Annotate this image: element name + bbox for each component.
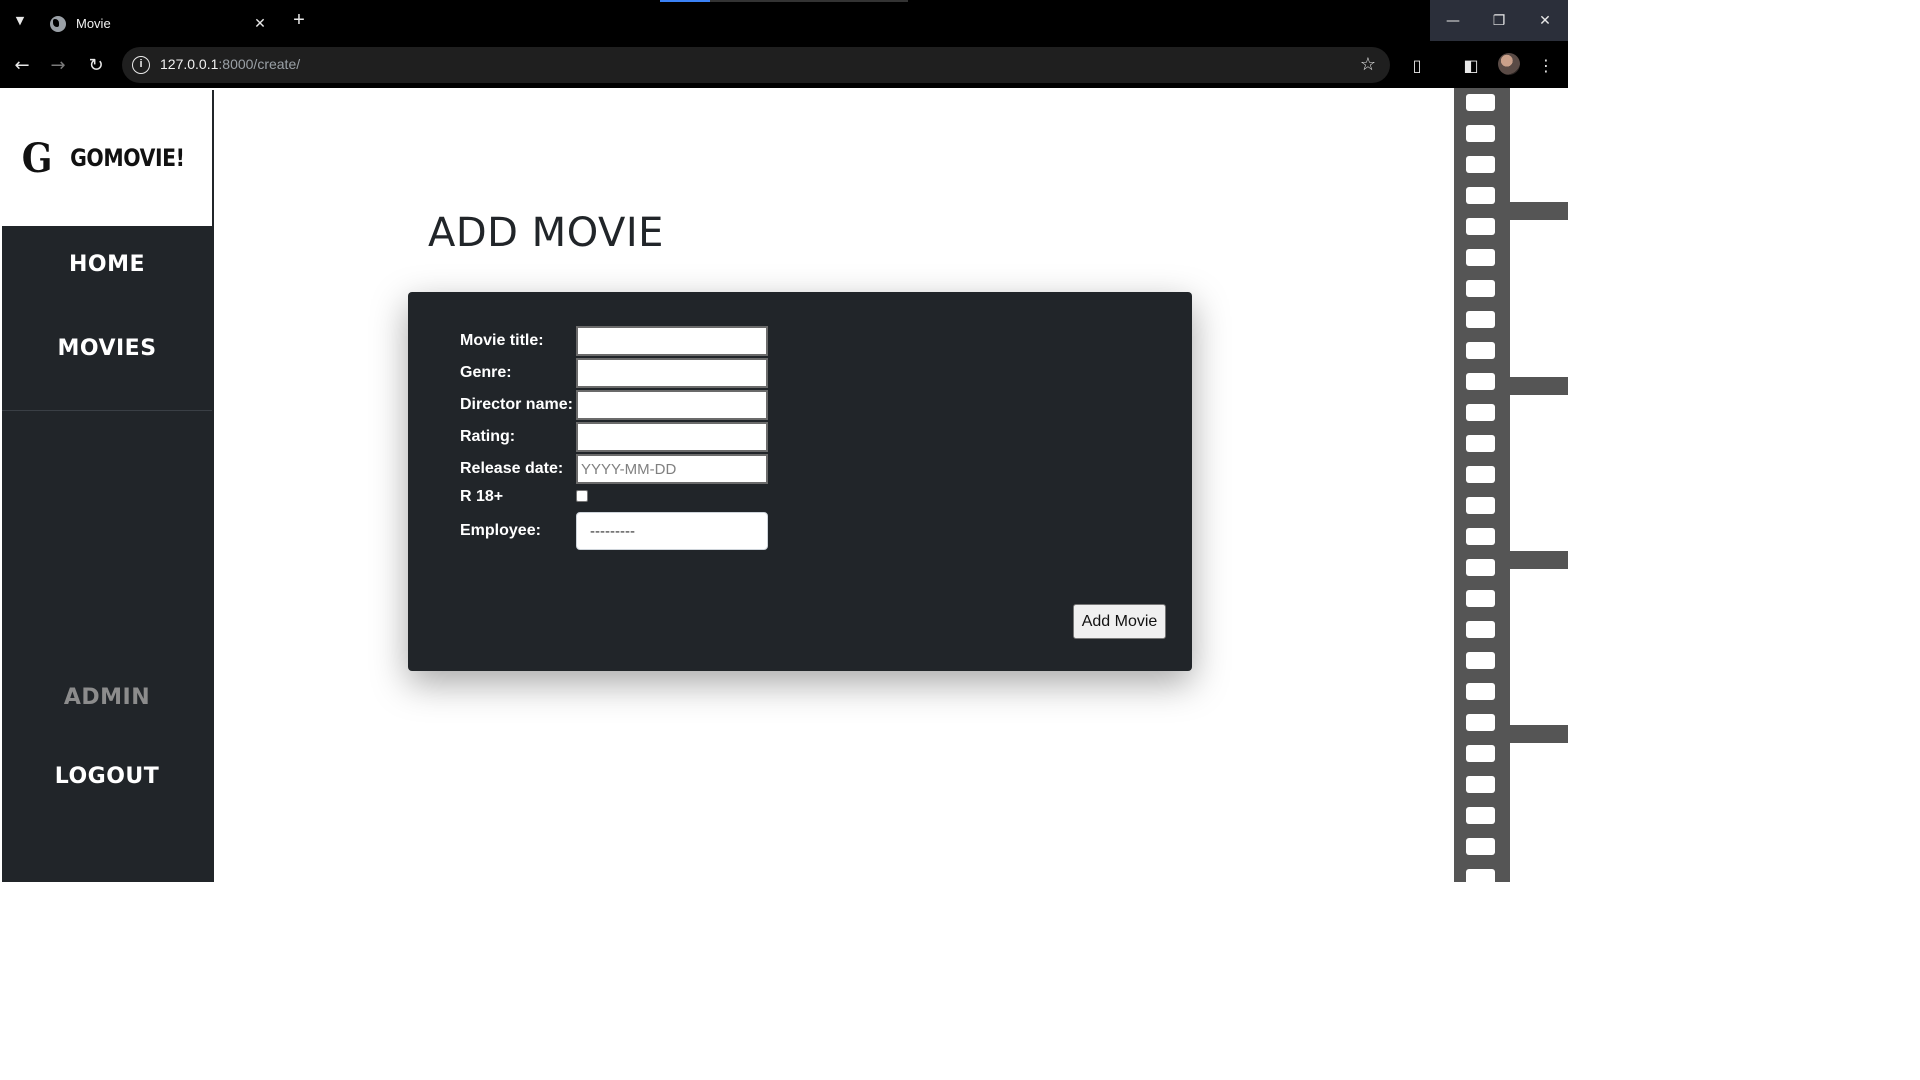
release-date-input[interactable]: YYYY-MM-DD (576, 454, 768, 484)
movie-title-input[interactable] (576, 326, 768, 356)
release-date-label: Release date: (460, 460, 564, 477)
film-sprocket-hole (1466, 528, 1495, 545)
nav-admin-link[interactable]: ADMIN (2, 685, 212, 710)
form-row-title: Movie title: (460, 326, 768, 356)
film-sprocket-hole (1466, 621, 1495, 638)
bookmark-star-icon[interactable]: ☆ (1360, 54, 1376, 75)
page-title: ADD MOVIE (428, 210, 664, 256)
tab-search-chevron-icon[interactable]: ▼ (8, 8, 32, 32)
browser-tab[interactable]: Movie ✕ (40, 6, 276, 41)
new-tab-plus-icon[interactable]: + (287, 8, 311, 32)
genre-label: Genre: (460, 364, 512, 381)
film-sprocket-hole (1466, 776, 1495, 793)
site-info-icon[interactable]: i (132, 56, 150, 74)
film-frame-divider (1508, 377, 1568, 395)
film-sprocket-hole (1466, 683, 1495, 700)
film-sprocket-hole (1466, 714, 1495, 731)
close-window-icon[interactable]: ✕ (1522, 0, 1568, 41)
window-controls: — ❐ ✕ (1430, 0, 1568, 41)
film-strip-sprockets (1454, 88, 1508, 882)
film-sprocket-hole (1466, 745, 1495, 762)
release-date-placeholder: YYYY-MM-DD (581, 460, 677, 478)
rating-label: Rating: (460, 428, 516, 445)
film-sprocket-hole (1466, 311, 1495, 328)
minimize-icon[interactable]: — (1430, 0, 1476, 41)
form-row-rating: Rating: (460, 422, 768, 452)
film-frame-divider (1508, 202, 1568, 220)
url-text[interactable]: 127.0.0.1:8000/create/ (160, 56, 300, 72)
sidebar-divider (2, 410, 212, 411)
restore-icon[interactable]: ❐ (1476, 0, 1522, 41)
r18-label: R 18+ (460, 488, 504, 505)
film-sprocket-hole (1466, 94, 1495, 111)
menu-kebab-icon[interactable]: ⋮ (1534, 53, 1558, 77)
film-sprocket-hole (1466, 280, 1495, 297)
film-sprocket-hole (1466, 156, 1495, 173)
form-row-genre: Genre: (460, 358, 768, 388)
close-tab-icon[interactable]: ✕ (250, 16, 270, 32)
film-sprocket-hole (1466, 249, 1495, 266)
film-sprocket-hole (1466, 652, 1495, 669)
employee-label: Employee: (460, 522, 541, 539)
browser-tab-bar: ▼ Movie ✕ + — ❐ ✕ (0, 0, 1568, 41)
url-path: :8000/create/ (218, 56, 301, 72)
film-sprocket-hole (1466, 497, 1495, 514)
extensions-puzzle-icon[interactable]: ▯ (1405, 53, 1429, 77)
rating-input[interactable] (576, 422, 768, 452)
employee-select[interactable]: --------- (576, 512, 768, 550)
side-panel-icon[interactable]: ◧ (1459, 53, 1483, 77)
add-movie-form: Movie title: Genre: Director name: Ratin… (408, 292, 1192, 671)
film-sprocket-hole (1466, 869, 1495, 882)
page-content: G GOMOVIE! HOME MOVIES ADMIN LOGOUT ADD … (0, 88, 1568, 882)
globe-icon (50, 15, 66, 32)
film-sprocket-hole (1466, 342, 1495, 359)
film-sprocket-hole (1466, 404, 1495, 421)
back-arrow-icon[interactable]: ← (8, 51, 36, 79)
sidebar: G GOMOVIE! HOME MOVIES ADMIN LOGOUT (2, 90, 214, 882)
film-sprocket-hole (1466, 187, 1495, 204)
form-row-employee: Employee: --------- (460, 512, 768, 550)
film-sprocket-hole (1466, 373, 1495, 390)
form-row-release-date: Release date: YYYY-MM-DD (460, 454, 768, 484)
logo-text: GOMOVIE! (69, 144, 185, 172)
movie-title-label: Movie title: (460, 332, 544, 349)
logo[interactable]: G GOMOVIE! (2, 90, 212, 226)
browser-toolbar: ← → ↻ i 127.0.0.1:8000/create/ ☆ ▯ ◧ ⋮ (0, 41, 1568, 88)
film-sprocket-hole (1466, 466, 1495, 483)
film-sprocket-hole (1466, 807, 1495, 824)
film-frame-divider (1508, 725, 1568, 743)
profile-avatar[interactable] (1498, 53, 1520, 75)
logo-letter: G (21, 134, 53, 182)
form-row-r18: R 18+ (460, 488, 588, 506)
address-bar[interactable]: i 127.0.0.1:8000/create/ ☆ (122, 47, 1390, 83)
film-sprocket-hole (1466, 125, 1495, 142)
url-host: 127.0.0.1 (160, 56, 219, 72)
add-movie-button[interactable]: Add Movie (1073, 604, 1166, 639)
reload-icon[interactable]: ↻ (82, 51, 110, 79)
tab-scroll-indicator (660, 0, 908, 2)
nav-movies-link[interactable]: MOVIES (2, 336, 212, 361)
nav-home-link[interactable]: HOME (2, 252, 212, 277)
director-name-input[interactable] (576, 390, 768, 420)
director-name-label: Director name: (460, 396, 573, 413)
film-sprocket-hole (1466, 590, 1495, 607)
film-strip-decoration (1454, 88, 1568, 882)
nav-logout-link[interactable]: LOGOUT (2, 764, 212, 789)
r18-checkbox[interactable] (576, 490, 588, 502)
film-sprocket-hole (1466, 559, 1495, 576)
form-row-director: Director name: (460, 390, 768, 420)
film-sprocket-hole (1466, 218, 1495, 235)
genre-input[interactable] (576, 358, 768, 388)
film-sprocket-hole (1466, 435, 1495, 452)
film-frame-divider (1508, 551, 1568, 569)
tab-title: Movie (76, 16, 111, 31)
film-sprocket-hole (1466, 838, 1495, 855)
forward-arrow-icon[interactable]: → (44, 51, 72, 79)
